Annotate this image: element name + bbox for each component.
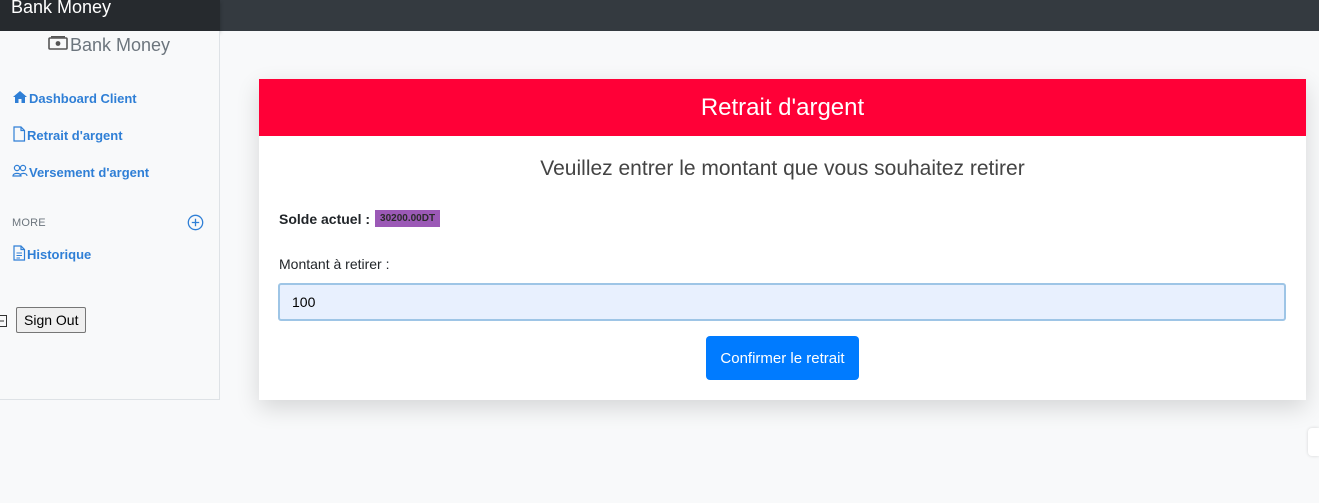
card-title: Retrait d'argent bbox=[700, 93, 865, 121]
plus-circle-icon[interactable] bbox=[187, 214, 204, 231]
navbar-brand-text: Bank Money bbox=[11, 0, 112, 17]
balance-label: Solde actuel : bbox=[279, 210, 371, 227]
sidebar-item-dashboard-client[interactable]: Dashboard Client bbox=[12, 88, 137, 108]
house-icon bbox=[12, 90, 29, 107]
sidebar-logo-text: Bank Money bbox=[70, 34, 171, 55]
amount-label: Montant à retirer : bbox=[279, 256, 390, 272]
balance-badge: 30200.00DT bbox=[375, 210, 441, 227]
card-header: Retrait d'argent bbox=[259, 79, 1306, 136]
withdraw-card: Retrait d'argent Veuillez entrer le mont… bbox=[259, 79, 1306, 400]
sidebar-item-historique[interactable]: Historique bbox=[12, 244, 91, 264]
balance-row: Solde actuel : 30200.00DT bbox=[279, 210, 441, 227]
sidebar: Bank Money Dashboard Client Retrait d'ar… bbox=[0, 31, 220, 400]
sidebar-item-versement[interactable]: Versement d'argent bbox=[12, 162, 149, 182]
sidebar-item-label: Retrait d'argent bbox=[27, 127, 123, 143]
sidebar-item-label: Historique bbox=[27, 246, 92, 262]
amount-input[interactable] bbox=[278, 283, 1286, 321]
signout-group: Sign Out bbox=[0, 307, 87, 333]
cash-icon bbox=[48, 35, 68, 56]
top-navbar: Bank Money bbox=[0, 0, 1319, 31]
navbar-brand[interactable]: Bank Money bbox=[0, 0, 220, 31]
sidebar-section-heading: MORE bbox=[12, 217, 46, 229]
sidebar-logo: Bank Money bbox=[48, 34, 170, 56]
card-subtitle: Veuillez entrer le montant que vous souh… bbox=[540, 157, 1025, 180]
file-text-icon bbox=[12, 244, 27, 264]
sign-out-button[interactable]: Sign Out bbox=[16, 307, 87, 333]
sidebar-item-label: Dashboard Client bbox=[29, 90, 137, 106]
sidebar-item-retrait[interactable]: Retrait d'argent bbox=[12, 125, 123, 145]
file-icon bbox=[12, 125, 27, 145]
people-icon bbox=[12, 164, 29, 181]
edge-scroll-handle[interactable] bbox=[1308, 428, 1319, 456]
signout-icon bbox=[0, 314, 7, 327]
sidebar-item-label: Versement d'argent bbox=[29, 164, 150, 180]
confirm-withdraw-button[interactable]: Confirmer le retrait bbox=[706, 336, 859, 380]
